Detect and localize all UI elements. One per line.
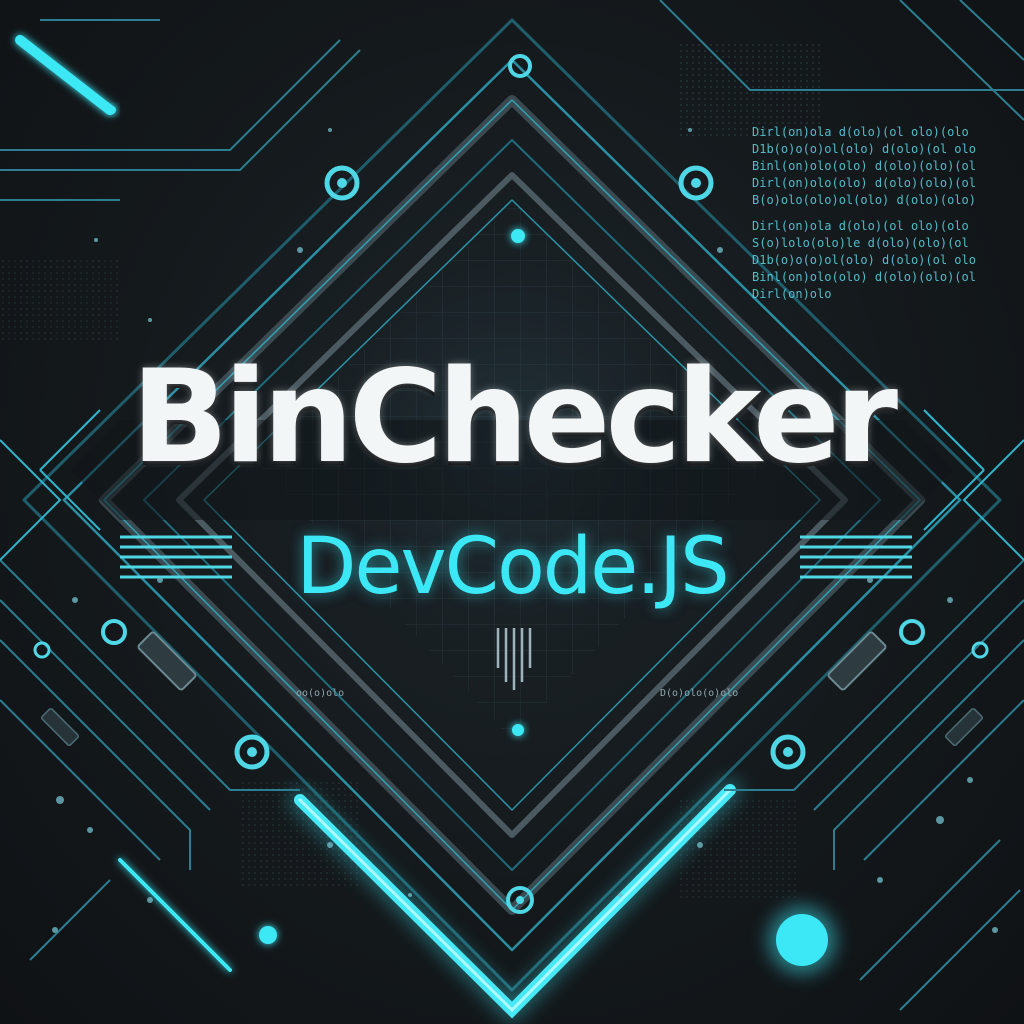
- binary-code-line: Binl(on)olo(olo) d(olo)(olo)(ol: [752, 159, 976, 173]
- binary-code-line: S(o)lolo(olo)le d(olo)(olo)(ol: [752, 236, 969, 250]
- binary-code-line: Dirl(on)olo(olo) d(olo)(olo)(ol: [752, 176, 976, 190]
- dot-patch: [0, 260, 120, 340]
- banner: Dirl(on)ola d(olo)(ol olo)(olo D1b(o)o(o)…: [0, 0, 1024, 1024]
- binary-code-block: Dirl(on)ola d(olo)(ol olo)(olo S(o)lolo(o…: [752, 218, 1014, 303]
- tiny-code-label: D(o)olo(o)olo: [660, 688, 739, 699]
- tiny-code-label: oo(o)olo: [296, 688, 345, 699]
- binary-code-line: D1b(o)o(o)ol(olo) d(olo)(ol olo: [752, 142, 976, 156]
- main-title: BinChecker: [131, 343, 898, 492]
- binary-code-line: Dirl(on)olo: [752, 287, 832, 301]
- binary-code-line: B(o)olo(olo)ol(olo) d(olo)(olo): [752, 193, 976, 207]
- binary-code-line: Dirl(on)ola d(olo)(ol olo)(olo: [752, 125, 969, 139]
- binary-code-line: D1b(o)o(o)ol(olo) d(olo)(ol olo: [752, 253, 976, 267]
- binary-code-line: Binl(on)olo(olo) d(olo)(olo)(ol: [752, 270, 976, 284]
- subtitle: DevCode.JS: [296, 522, 729, 612]
- binary-code-line: Dirl(on)ola d(olo)(ol olo)(olo: [752, 219, 969, 233]
- binary-code-block: Dirl(on)ola d(olo)(ol olo)(olo D1b(o)o(o)…: [752, 124, 1014, 209]
